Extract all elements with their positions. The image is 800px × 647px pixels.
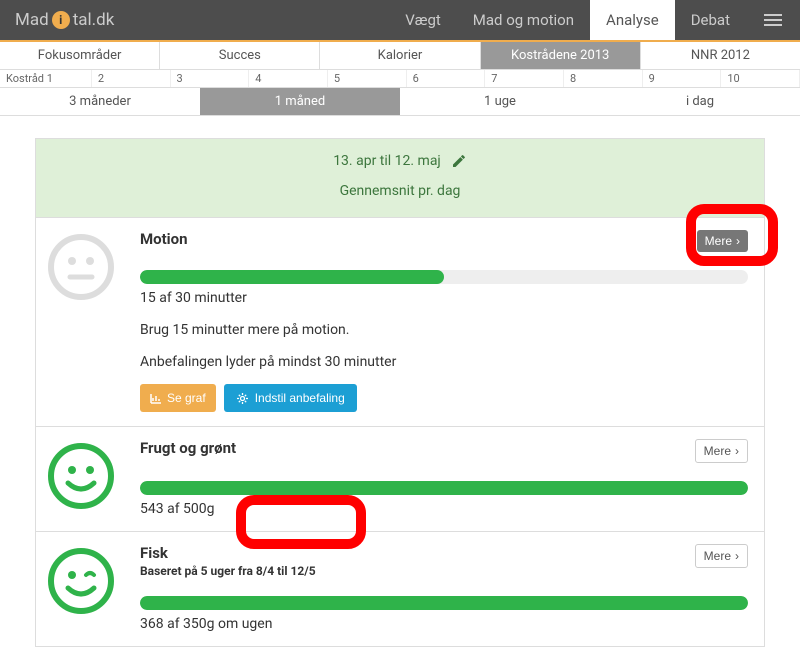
num-7[interactable]: 7 — [485, 70, 564, 87]
see-graph-label: Se graf — [167, 391, 206, 405]
num-3[interactable]: 3 — [171, 70, 250, 87]
time-3m[interactable]: 3 måneder — [0, 88, 200, 115]
num-8[interactable]: 8 — [564, 70, 643, 87]
more-label: Mere — [704, 549, 731, 563]
num-9[interactable]: 9 — [643, 70, 722, 87]
see-graph-button[interactable]: Se graf — [140, 384, 216, 412]
chart-icon — [150, 393, 162, 404]
set-recommendation-label: Indstil anbefaling — [255, 391, 345, 405]
nav-debat[interactable]: Debat — [675, 0, 746, 40]
nav-vaegt[interactable]: Vægt — [389, 0, 457, 40]
avg-label: Gennemsnit pr. dag — [36, 183, 764, 199]
gear-icon — [236, 392, 249, 405]
nav-mad-og-motion[interactable]: Mad og motion — [457, 0, 590, 40]
num-5[interactable]: 5 — [328, 70, 407, 87]
more-label: Mere — [705, 234, 732, 248]
logo-icon: i — [52, 11, 70, 29]
fisk-title: Fisk — [140, 544, 316, 562]
card-header: 13. apr til 12. maj Gennemsnit pr. dag — [36, 139, 764, 217]
frugt-more-button[interactable]: Mere › — [695, 439, 748, 463]
section-frugt: Frugt og grønt Mere › 543 af 500g — [36, 426, 764, 531]
fisk-more-button[interactable]: Mere › — [695, 544, 748, 568]
tab-kostraadene[interactable]: Kostrådene 2013 — [481, 42, 641, 69]
set-recommendation-button[interactable]: Indstil anbefaling — [224, 384, 357, 412]
face-neutral-icon — [46, 232, 116, 302]
tab-nnr[interactable]: NNR 2012 — [641, 42, 800, 69]
fisk-progress-bar — [140, 596, 748, 610]
num-4[interactable]: 4 — [249, 70, 328, 87]
face-happy-icon — [46, 441, 116, 511]
frugt-caption: 543 af 500g — [140, 501, 748, 517]
tab-kalorier[interactable]: Kalorier — [320, 42, 480, 69]
hamburger-icon[interactable] — [746, 0, 800, 40]
frugt-progress-bar — [140, 481, 748, 495]
logo-text-post: tal.dk — [73, 10, 115, 30]
tab-fokusomraader[interactable]: Fokusområder — [0, 42, 160, 69]
fisk-subtitle: Baseret på 5 uger fra 8/4 til 12/5 — [140, 564, 316, 578]
nav-analyse[interactable]: Analyse — [590, 0, 675, 40]
num-6[interactable]: 6 — [407, 70, 486, 87]
num-1[interactable]: Kostråd 1 — [0, 70, 92, 87]
primary-tabs: Fokusområder Succes Kalorier Kostrådene … — [0, 42, 800, 70]
motion-more-button[interactable]: Mere › — [697, 230, 748, 252]
time-range-tabs: 3 måneder 1 måned 1 uge i dag — [0, 88, 800, 116]
edit-date-icon[interactable] — [451, 153, 467, 169]
main-nav: Vægt Mad og motion Analyse Debat — [389, 0, 800, 40]
site-logo[interactable]: Mad i tal.dk — [0, 10, 129, 30]
analysis-card: 13. apr til 12. maj Gennemsnit pr. dag M — [35, 138, 765, 647]
time-1w[interactable]: 1 uge — [400, 88, 600, 115]
time-1m[interactable]: 1 måned — [200, 88, 400, 115]
kostraad-number-row: Kostråd 1 2 3 4 5 6 7 8 9 10 — [0, 70, 800, 88]
section-fisk: Fisk Baseret på 5 uger fra 8/4 til 12/5 … — [36, 531, 764, 646]
more-label: Mere — [704, 444, 731, 458]
num-10[interactable]: 10 — [721, 70, 800, 87]
time-today[interactable]: i dag — [600, 88, 800, 115]
motion-title: Motion — [140, 230, 188, 248]
logo-text-pre: Mad — [15, 10, 49, 30]
date-range: 13. apr til 12. maj — [333, 153, 441, 169]
frugt-title: Frugt og grønt — [140, 439, 236, 457]
face-wink-icon — [46, 546, 116, 616]
motion-progress-bar — [140, 270, 748, 284]
motion-line1: Brug 15 minutter mere på motion. — [140, 322, 748, 338]
tab-succes[interactable]: Succes — [160, 42, 320, 69]
fisk-caption: 368 af 350g om ugen — [140, 616, 748, 632]
num-2[interactable]: 2 — [92, 70, 171, 87]
top-navbar: Mad i tal.dk Vægt Mad og motion Analyse … — [0, 0, 800, 42]
section-motion: Motion Mere › 15 af 30 minutter Brug 15 … — [36, 217, 764, 426]
chevron-right-icon: › — [735, 549, 739, 563]
chevron-right-icon: › — [736, 234, 740, 248]
motion-caption: 15 af 30 minutter — [140, 290, 748, 306]
chevron-right-icon: › — [735, 444, 739, 458]
motion-line2: Anbefalingen lyder på mindst 30 minutter — [140, 354, 748, 370]
